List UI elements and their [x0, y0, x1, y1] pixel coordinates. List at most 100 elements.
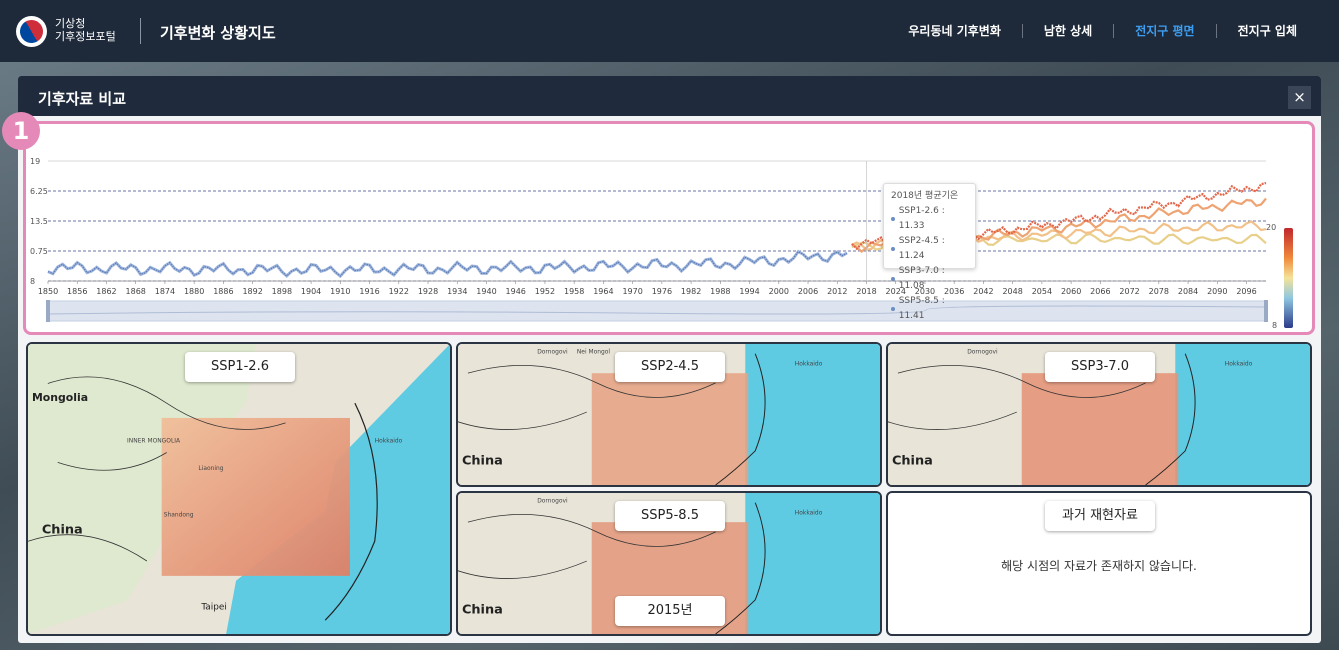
x-tick-label: 2060: [1061, 287, 1081, 296]
x-tick-label: 1868: [126, 287, 146, 296]
x-tick-label: 2066: [1090, 287, 1110, 296]
series-dot-icon: [891, 217, 895, 221]
map-place-label: Dornogovi: [537, 350, 568, 356]
x-tick-label: 2006: [798, 287, 818, 296]
scenario-label: SSP1-2.6: [185, 352, 295, 382]
map-place-label: Taipei: [200, 602, 226, 612]
org-name[interactable]: 기상청 기후정보포털: [55, 17, 116, 43]
chart-tooltip: 2018년 평균기온 SSP1-2.6 : 11.33 SSP2-4.5 : 1…: [883, 183, 976, 321]
x-tick-label: 1928: [418, 287, 438, 296]
tooltip-title: 2018년 평균기온: [891, 191, 959, 201]
nav-global-flat[interactable]: 전지구 평면: [1135, 22, 1194, 39]
x-tick-label: 1994: [739, 287, 759, 296]
map-place-label: China: [462, 454, 503, 469]
map-image[interactable]: Mongolia China INNER MONGOLIA Liaoning S…: [28, 344, 450, 634]
colorbar-max-label: 20: [1266, 223, 1276, 232]
y-tick-label: 0.75: [30, 247, 48, 256]
x-tick-label: 1952: [535, 287, 555, 296]
nav-separator: [1215, 23, 1217, 38]
x-tick-label: 2012: [827, 287, 847, 296]
x-tick-label: 1964: [593, 287, 613, 296]
tooltip-value: SSP1-2.6 : 11.33: [898, 206, 945, 231]
step-badge: 1: [2, 112, 40, 150]
x-tick-label: 1910: [330, 287, 350, 296]
x-tick-label: 2084: [1178, 287, 1198, 296]
map-card-ssp3-7-0[interactable]: China Dornogovi Hokkaido SSP3-7.0: [886, 342, 1312, 487]
range-handle-right: [1264, 300, 1268, 322]
map-place-label: INNER MONGOLIA: [127, 438, 180, 445]
map-card-ssp1-2-6[interactable]: Mongolia China INNER MONGOLIA Liaoning S…: [26, 342, 452, 636]
map-card-ssp5-8-5[interactable]: China Dornogovi Hokkaido SSP5-8.5 2015년: [456, 491, 882, 636]
map-place-label: Liaoning: [198, 465, 223, 472]
y-tick-label: 19: [30, 157, 40, 166]
scenario-label: SSP3-7.0: [1045, 352, 1155, 382]
series-dot-icon: [891, 277, 895, 281]
map-place-label: Nei Mongol: [577, 350, 611, 356]
map-card-ssp2-4-5[interactable]: China Dornogovi Nei Mongol Hokkaido SSP2…: [456, 342, 882, 487]
tooltip-value: SSP3-7.0 : 11.08: [898, 266, 945, 291]
x-tick-label: 1850: [38, 287, 58, 296]
x-tick-label: 1982: [681, 287, 701, 296]
map-place-label: Hokkaido: [795, 361, 823, 367]
range-slider-track: [47, 300, 1267, 322]
x-tick-label: 1958: [564, 287, 584, 296]
x-tick-label: 2054: [1032, 287, 1052, 296]
map-place-label: Mongolia: [32, 391, 88, 404]
tooltip-value: SSP5-8.5 : 11.41: [898, 296, 945, 321]
tooltip-value: SSP2-4.5 : 11.24: [898, 236, 945, 261]
x-tick-label: 2090: [1207, 287, 1227, 296]
map-place-label: China: [42, 522, 83, 537]
close-icon: ×: [1293, 88, 1306, 106]
x-tick-label: 1862: [96, 287, 116, 296]
nav-global-3d[interactable]: 전지구 입체: [1238, 22, 1297, 39]
series-dot-icon: [891, 307, 895, 311]
y-tick-label: 13.5: [30, 217, 48, 226]
no-data-message: 해당 시점의 자료가 존재하지 않습니다.: [1001, 559, 1197, 573]
top-header: 기상청 기후정보포털 기후변화 상황지도 우리동네 기후변화 남한 상세 전지구…: [0, 0, 1339, 62]
scenario-label: SSP5-8.5: [615, 501, 725, 531]
x-tick-label: 1892: [242, 287, 262, 296]
nav-south-korea-detail[interactable]: 남한 상세: [1044, 22, 1092, 39]
nav-separator: [1021, 23, 1023, 38]
x-tick-label: 1898: [272, 287, 292, 296]
x-tick-label: 1940: [476, 287, 496, 296]
nav-separator: [1113, 23, 1115, 38]
map-place-label: Dornogovi: [967, 350, 998, 356]
map-place-label: Hokkaido: [795, 510, 823, 516]
x-tick-label: 1886: [213, 287, 233, 296]
map-place-label: China: [462, 603, 503, 618]
header-divider: [140, 18, 141, 44]
nav-local-climate[interactable]: 우리동네 기후변화: [908, 22, 1001, 39]
panel-title: 기후자료 비교: [38, 90, 127, 108]
panel-header: 기후자료 비교 ×: [18, 76, 1321, 116]
reanalysis-card[interactable]: 과거 재현자료 해당 시점의 자료가 존재하지 않습니다.: [886, 491, 1312, 636]
service-title[interactable]: 기후변화 상황지도: [160, 22, 276, 43]
scenario-label: SSP2-4.5: [615, 352, 725, 382]
map-place-label: China: [892, 454, 933, 469]
x-tick-label: 1874: [155, 287, 175, 296]
x-tick-label: 2048: [1002, 287, 1022, 296]
range-handle-left: [46, 300, 50, 322]
map-place-label: Hokkaido: [1225, 361, 1253, 367]
timeseries-chart[interactable]: 19 6.25 13.5 0.75 8 1850 1856 1862 1868 1874 1880 1…: [23, 121, 1315, 335]
chart-svg[interactable]: 196.2513.50.7581850 1856 1862 1868 1874 1880 1…: [26, 124, 1312, 332]
colorbar: [1284, 228, 1293, 328]
close-button[interactable]: ×: [1288, 86, 1311, 109]
x-tick-label: 1904: [301, 287, 321, 296]
year-label: 2015년: [615, 596, 725, 626]
logo-icon[interactable]: [16, 16, 47, 47]
x-tick-label: 1976: [652, 287, 672, 296]
reanalysis-label: 과거 재현자료: [1045, 501, 1155, 531]
series-dot-icon: [891, 247, 895, 251]
map-place-label: Hokkaido: [375, 438, 403, 445]
tooltip-row: SSP1-2.6 : 11.33: [891, 204, 968, 234]
x-tick-label: 2018: [856, 287, 876, 296]
tooltip-row: SSP3-7.0 : 11.08: [891, 264, 968, 294]
x-tick-label: 2078: [1149, 287, 1169, 296]
x-tick-label: 2000: [769, 287, 789, 296]
x-tick-label: 1880: [184, 287, 204, 296]
x-tick-label: 2042: [973, 287, 993, 296]
x-tick-label: 1970: [622, 287, 642, 296]
x-tick-label: 1916: [359, 287, 379, 296]
tooltip-row: SSP5-8.5 : 11.41: [891, 294, 968, 324]
